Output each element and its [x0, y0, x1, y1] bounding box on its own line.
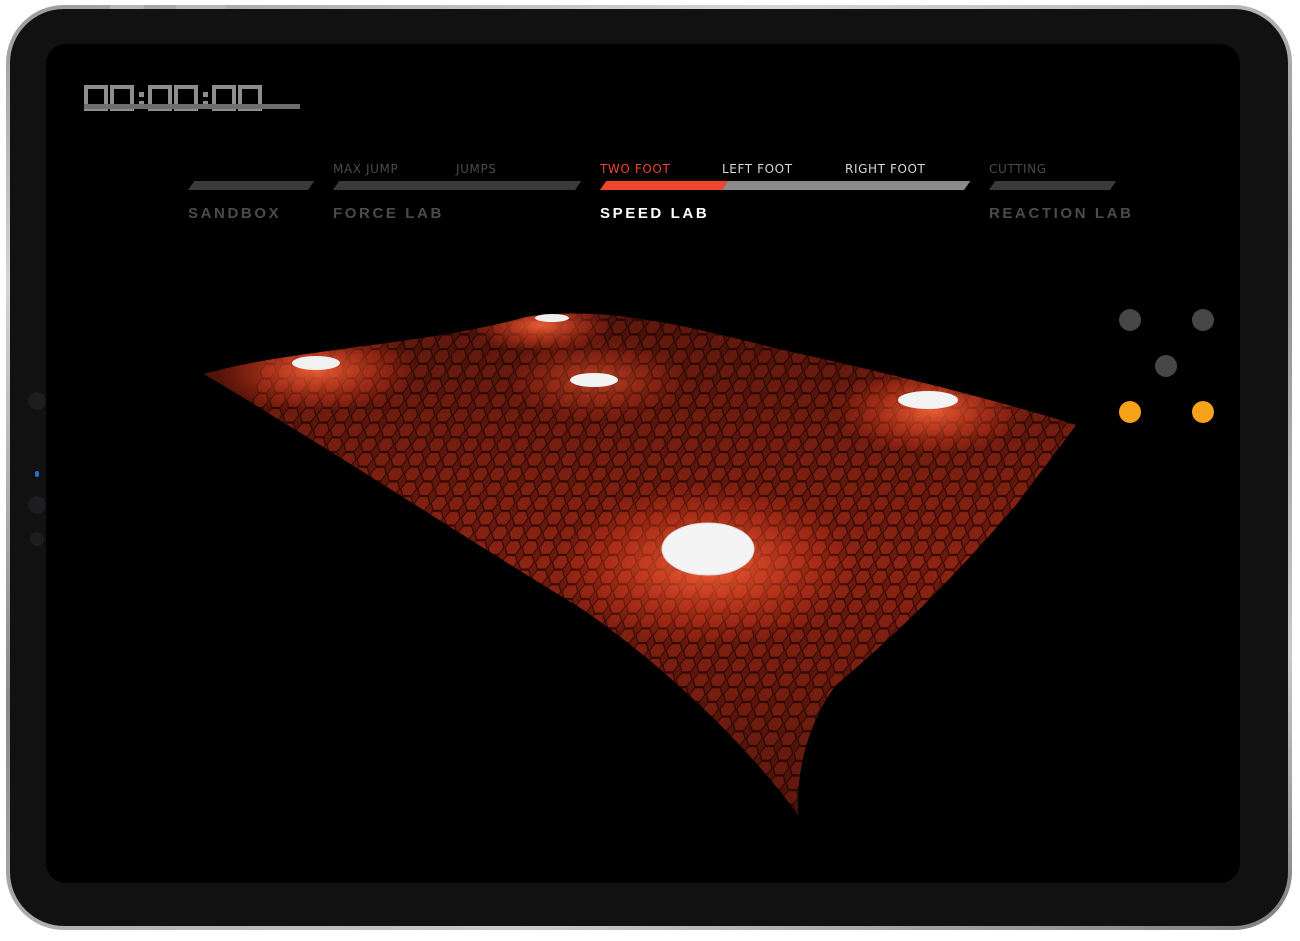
indicator-light-icon [35, 471, 39, 477]
sub-tab-right-foot[interactable]: RIGHT FOOT [845, 162, 925, 176]
pad-indicator-icon [1155, 355, 1177, 377]
pad-indicator-icon [1119, 309, 1141, 331]
tab-force-lab[interactable]: FORCE LAB [333, 205, 444, 222]
reaction-lab-bar[interactable] [989, 181, 1117, 190]
tab-reaction-lab[interactable]: REACTION LAB [989, 205, 1134, 222]
sensor-icon [28, 496, 46, 514]
pad-indicator-icon [1119, 401, 1141, 423]
floor-pad-icon [535, 314, 569, 322]
hex-floor-visualization[interactable] [196, 305, 1080, 825]
sub-tab-cutting[interactable]: CUTTING [989, 162, 1047, 176]
timer-display [84, 82, 262, 114]
floor-pad-icon [570, 373, 618, 387]
floor-pad-icon [292, 356, 340, 370]
floor-pad-icon [661, 522, 755, 576]
sub-tab-two-foot[interactable]: TWO FOOT [600, 162, 670, 176]
sensor-icon [30, 532, 44, 546]
speed-lab-progress [600, 181, 729, 190]
pad-indicator-icon [1192, 401, 1214, 423]
camera-icon [28, 392, 46, 410]
sandbox-bar[interactable] [188, 181, 315, 190]
floor-pad-icon [898, 391, 958, 409]
sub-tab-max-jump[interactable]: MAX JUMP [333, 162, 398, 176]
tab-speed-lab[interactable]: SPEED LAB [600, 205, 709, 222]
pad-indicator-icon [1192, 309, 1214, 331]
sub-tab-jumps[interactable]: JUMPS [456, 162, 497, 176]
timer-underline [84, 104, 300, 109]
sub-tab-left-foot[interactable]: LEFT FOOT [722, 162, 793, 176]
tab-sandbox[interactable]: SANDBOX [188, 205, 281, 222]
force-lab-bar[interactable] [333, 181, 582, 190]
